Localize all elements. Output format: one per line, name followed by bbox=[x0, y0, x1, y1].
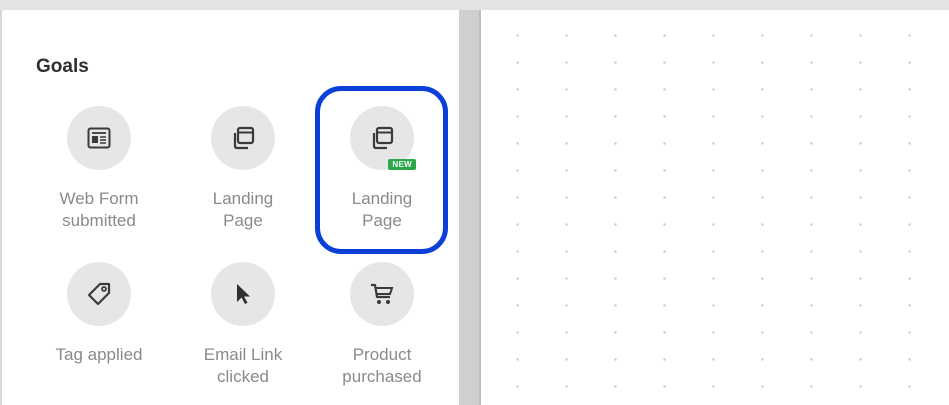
goal-label-line2: clicked bbox=[217, 367, 269, 386]
highlight-outline bbox=[315, 86, 448, 254]
goal-label-line1: Tag applied bbox=[55, 345, 143, 364]
goal-label-line1: Email Link bbox=[203, 345, 283, 364]
goal-label: Web Form submitted bbox=[34, 188, 164, 232]
tag-icon bbox=[87, 282, 111, 306]
goal-label-line2: purchased bbox=[342, 367, 422, 386]
cursor-icon-circle bbox=[211, 262, 275, 326]
landing-page-icon bbox=[233, 126, 255, 150]
goal-product-purchased[interactable]: Product purchased bbox=[317, 262, 447, 388]
cart-icon bbox=[371, 283, 394, 304]
goal-label-line2: Page bbox=[223, 211, 263, 230]
campaign-canvas[interactable] bbox=[481, 10, 949, 405]
panel-divider[interactable] bbox=[459, 10, 481, 405]
top-border bbox=[0, 0, 949, 10]
goal-tag-applied[interactable]: Tag applied bbox=[34, 262, 164, 366]
goal-web-form-submitted[interactable]: Web Form submitted bbox=[34, 106, 164, 232]
goal-label: Email Link clicked bbox=[178, 344, 308, 388]
cursor-icon bbox=[237, 284, 250, 304]
landing-page-icon-circle bbox=[211, 106, 275, 170]
cart-icon-circle bbox=[350, 262, 414, 326]
goal-label-line1: Landing bbox=[212, 189, 274, 208]
goal-label: Tag applied bbox=[34, 344, 164, 366]
goal-label-line2: submitted bbox=[62, 211, 136, 230]
goal-label-line1: Product bbox=[352, 345, 412, 364]
panel-title: Goals bbox=[36, 56, 89, 77]
goal-label: Product purchased bbox=[317, 344, 447, 388]
web-form-icon-circle bbox=[67, 106, 131, 170]
goal-landing-page[interactable]: Landing Page bbox=[178, 106, 308, 232]
tag-icon-circle bbox=[67, 262, 131, 326]
goal-label-line1: Web Form bbox=[59, 189, 139, 208]
goal-label: Landing Page bbox=[178, 188, 308, 232]
web-form-icon bbox=[87, 127, 111, 149]
goal-email-link-clicked[interactable]: Email Link clicked bbox=[178, 262, 308, 388]
